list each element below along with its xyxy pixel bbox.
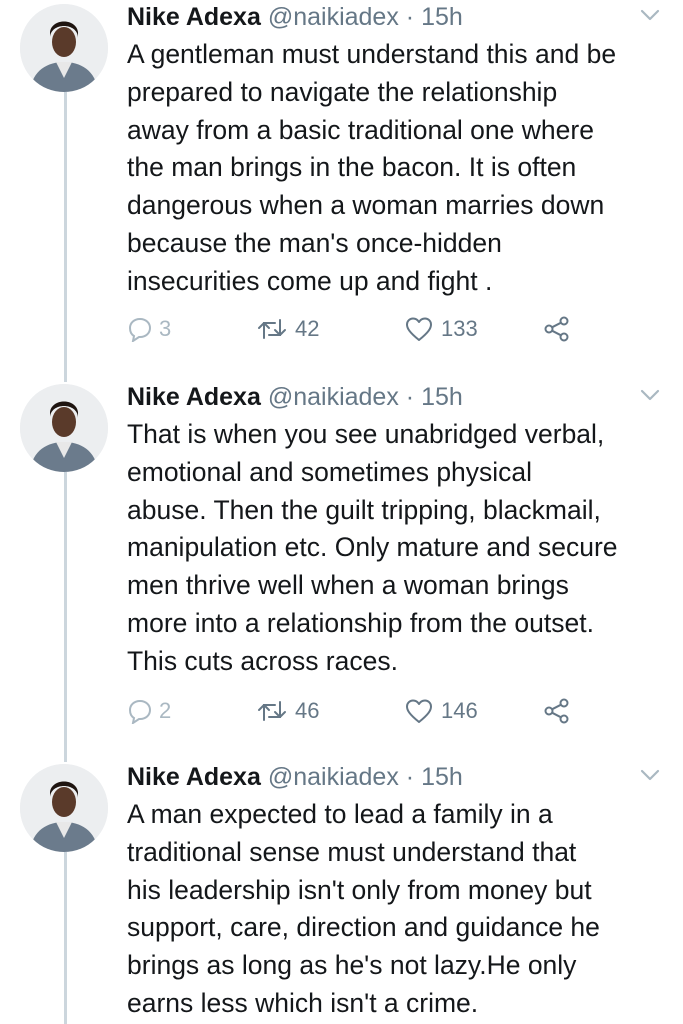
reply-button[interactable]: 2 xyxy=(127,696,171,726)
author-handle[interactable]: @naikiadex xyxy=(268,763,399,791)
tweet-text: A gentleman must understand this and be … xyxy=(127,36,657,301)
reply-button[interactable]: 3 xyxy=(127,314,171,344)
chevron-down-icon[interactable] xyxy=(639,768,661,782)
author-name[interactable]: Nike Adexa xyxy=(127,763,261,791)
tweet-text-line: emotional and sometimes physical xyxy=(127,456,533,487)
timestamp[interactable]: 15h xyxy=(421,383,463,411)
tweet-text-line: because the man's once-hidden xyxy=(127,227,502,258)
avatar[interactable] xyxy=(20,4,108,92)
tweet[interactable]: Nike Adexa @naikiadex · 15h A man expect… xyxy=(0,760,683,1024)
tweet-text-line: his leadership isn't only from money but xyxy=(127,874,592,905)
tweet-text-line: support, care, direction and guidance he xyxy=(127,912,600,943)
author-name[interactable]: Nike Adexa xyxy=(127,3,261,31)
separator: · xyxy=(405,383,415,411)
retweet-count: 46 xyxy=(295,698,320,723)
tweet-text-line: men thrive well when a woman brings xyxy=(127,570,569,601)
share-icon xyxy=(544,698,569,724)
retweet-icon xyxy=(258,701,286,721)
tweet-header: Nike Adexa @naikiadex · 15h xyxy=(127,380,463,414)
share-button[interactable] xyxy=(543,314,571,344)
tweet-text-line: prepared to navigate the relationship xyxy=(127,76,558,107)
tweet-header: Nike Adexa @naikiadex · 15h xyxy=(127,0,463,34)
tweet[interactable]: Nike Adexa @naikiadex · 15h A gentleman … xyxy=(0,0,683,380)
tweet-text: A man expected to lead a family in a tra… xyxy=(127,796,657,1023)
retweet-count: 42 xyxy=(295,316,320,341)
tweet-header: Nike Adexa @naikiadex · 15h xyxy=(127,760,463,794)
heart-icon xyxy=(406,317,432,341)
tweet-text-line: abuse. Then the guilt tripping, blackmai… xyxy=(127,494,601,525)
tweet-text: That is when you see unabridged verbal, … xyxy=(127,416,657,681)
tweet-text-line: A man expected to lead a family in a xyxy=(127,799,553,829)
tweet-actions: 2 46 146 xyxy=(127,696,597,726)
reply-icon xyxy=(128,317,152,342)
timestamp[interactable]: 15h xyxy=(421,3,463,31)
retweet-icon xyxy=(258,319,286,339)
like-button[interactable]: 146 xyxy=(405,696,478,726)
tweet-feed: Nike Adexa @naikiadex · 15h A gentleman … xyxy=(0,0,683,1024)
tweet-text-line: more into a relationship from the outset… xyxy=(127,607,594,638)
reply-icon xyxy=(128,699,152,724)
tweet-text-line: This cuts across races. xyxy=(127,645,398,676)
reply-count: 3 xyxy=(159,316,172,341)
tweet-text-line: traditional sense must understand that xyxy=(127,836,577,867)
author-handle[interactable]: @naikiadex xyxy=(268,383,399,411)
tweet-text-line: dangerous when a woman marries down xyxy=(127,190,605,221)
separator: · xyxy=(405,763,415,791)
tweet-text-line: A gentleman must understand this and be xyxy=(127,39,617,69)
like-button[interactable]: 133 xyxy=(405,314,478,344)
timestamp[interactable]: 15h xyxy=(421,763,463,791)
like-count: 146 xyxy=(441,698,478,723)
avatar[interactable] xyxy=(20,764,108,852)
tweet-text-line: manipulation etc. Only mature and secure xyxy=(127,532,618,563)
tweet-text-line: away from a basic traditional one where xyxy=(127,114,594,145)
tweet-text-line: brings as long as he's not lazy.He only xyxy=(127,950,577,981)
heart-icon xyxy=(406,699,432,723)
separator: · xyxy=(405,3,415,31)
share-icon xyxy=(544,316,569,342)
chevron-down-icon[interactable] xyxy=(639,388,661,402)
tweet-text-line: earns less which isn't a crime. xyxy=(127,987,479,1018)
retweet-button[interactable]: 42 xyxy=(257,314,319,344)
tweet-text-line: That is when you see unabridged verbal, xyxy=(127,419,605,449)
chevron-down-icon[interactable] xyxy=(639,8,661,22)
tweet-text-line: the man brings in the bacon. It is often xyxy=(127,152,577,183)
retweet-button[interactable]: 46 xyxy=(257,696,319,726)
like-count: 133 xyxy=(441,316,478,341)
tweet-actions: 3 42 133 xyxy=(127,314,597,344)
tweet-text-line: insecurities come up and fight . xyxy=(127,265,493,296)
author-handle[interactable]: @naikiadex xyxy=(268,3,399,31)
avatar[interactable] xyxy=(20,384,108,472)
author-name[interactable]: Nike Adexa xyxy=(127,383,261,411)
reply-count: 2 xyxy=(159,698,172,723)
tweet[interactable]: Nike Adexa @naikiadex · 15h That is when… xyxy=(0,380,683,760)
share-button[interactable] xyxy=(543,696,571,726)
